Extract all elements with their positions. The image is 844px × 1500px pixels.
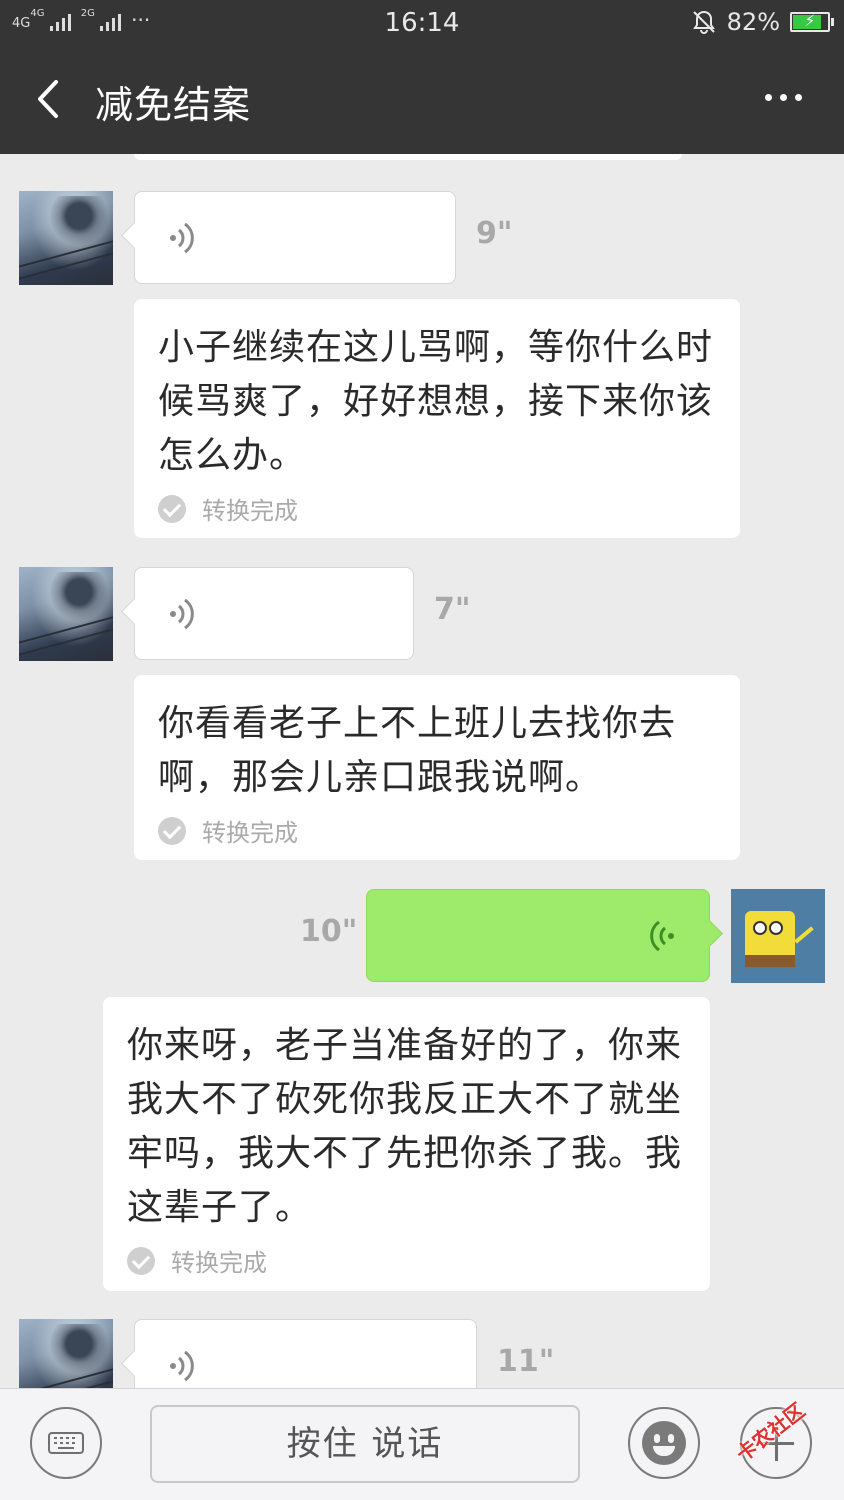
input-bar: 按住 说话: [0, 1388, 844, 1500]
voice-duration: 11": [497, 1344, 555, 1379]
voice-wave-icon: [170, 222, 194, 254]
previous-message-bubble: [134, 154, 682, 160]
conversion-status-label: 转换完成: [171, 1249, 267, 1277]
status-right: 82% ⚡: [691, 8, 834, 36]
voice-message-bubble[interactable]: [134, 1319, 477, 1388]
voice-wave-icon: [170, 1350, 194, 1382]
voice-duration: 9": [476, 216, 513, 251]
voice-transcript[interactable]: 小子继续在这儿骂啊，等你什么时候骂爽了，好好想想，接下来你该怎么办。 转换完成: [134, 299, 740, 538]
voice-wave-icon: [170, 598, 194, 630]
keyboard-icon[interactable]: [30, 1407, 102, 1479]
emoji-icon[interactable]: [628, 1407, 700, 1479]
page-title: 减免结案: [95, 83, 252, 127]
voice-transcript[interactable]: 你来呀，老子当准备好的了，你来我大不了砍死你我反正大不了就坐牢吗，我大不了先把你…: [103, 997, 710, 1291]
transcript-text: 你来呀，老子当准备好的了，你来我大不了砍死你我反正大不了就坐牢吗，我大不了先把你…: [127, 1025, 683, 1228]
voice-transcript[interactable]: 你看看老子上不上班儿去找你去啊，那会儿亲口跟我说啊。 转换完成: [134, 675, 740, 860]
battery-percent: 82%: [726, 8, 780, 36]
voice-duration: 7": [434, 592, 471, 627]
bell-muted-icon: [692, 10, 715, 34]
chat-area[interactable]: 9" 小子继续在这儿骂啊，等你什么时候骂爽了，好好想想，接下来你该怎么办。 转换…: [0, 154, 844, 1388]
voice-wave-icon: [650, 920, 674, 952]
conversion-status: 转换完成: [158, 491, 718, 526]
voice-message-bubble[interactable]: [134, 191, 456, 284]
transcript-text: 小子继续在这儿骂啊，等你什么时候骂爽了，好好想想，接下来你该怎么办。: [158, 327, 714, 476]
check-circle-icon: [158, 494, 186, 523]
check-circle-icon: [127, 1246, 155, 1275]
own-voice-message-bubble[interactable]: [366, 889, 710, 982]
charging-bolt-icon: ⚡: [804, 11, 816, 30]
my-avatar[interactable]: [731, 889, 825, 983]
hold-to-talk-button[interactable]: 按住 说话: [150, 1405, 580, 1483]
more-dots-icon[interactable]: [765, 94, 802, 101]
conversion-status-label: 转换完成: [202, 497, 298, 525]
status-bar: 4G4G 2G ··· 16:14 82% ⚡: [0, 0, 844, 44]
conversion-status: 转换完成: [127, 1243, 688, 1278]
transcript-text: 你看看老子上不上班儿去找你去啊，那会儿亲口跟我说啊。: [158, 703, 677, 798]
battery-icon: ⚡: [790, 11, 834, 32]
voice-duration: 10": [300, 914, 358, 949]
chevron-left-icon[interactable]: [30, 72, 70, 126]
contact-avatar[interactable]: [19, 191, 113, 285]
check-circle-icon: [158, 816, 186, 845]
contact-avatar[interactable]: [19, 567, 113, 661]
conversion-status-label: 转换完成: [202, 819, 298, 847]
conversion-status: 转换完成: [158, 813, 718, 848]
contact-avatar[interactable]: [19, 1319, 113, 1388]
voice-message-bubble[interactable]: [134, 567, 414, 660]
title-bar: 减免结案: [0, 44, 844, 154]
